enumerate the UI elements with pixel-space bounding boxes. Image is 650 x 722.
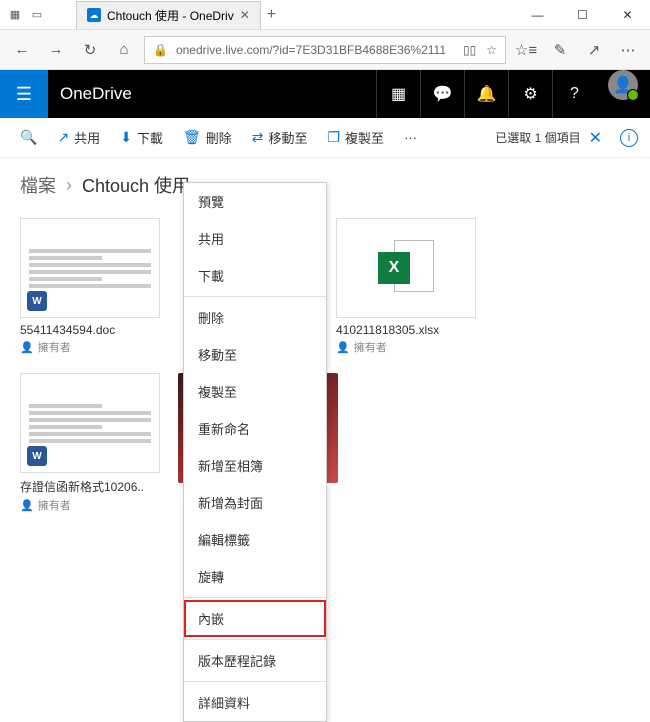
- more-icon[interactable]: ⋯: [614, 36, 642, 64]
- tab-title: Chtouch 使用 - OneDriv: [107, 7, 234, 24]
- taskbar-icon-2: ▭: [28, 6, 46, 24]
- file-owner: 擁有者: [38, 497, 71, 513]
- menu-preview[interactable]: 預覽: [184, 183, 326, 220]
- breadcrumb-root[interactable]: 檔案: [20, 172, 56, 198]
- trash-icon: 🗑: [183, 129, 201, 146]
- menu-separator: [184, 597, 326, 598]
- window-titlebar: ▦ ▭ ☁ Chtouch 使用 - OneDriv ✕ + — ☐ ✕: [0, 0, 650, 30]
- menu-add-album[interactable]: 新增至相簿: [184, 447, 326, 484]
- reader-icon[interactable]: ▯▯: [463, 43, 476, 57]
- bell-icon[interactable]: 🔔: [464, 70, 508, 118]
- menu-embed[interactable]: 內嵌: [184, 600, 326, 637]
- menu-share[interactable]: 共用: [184, 220, 326, 257]
- notes-icon[interactable]: ✎: [546, 36, 574, 64]
- onedrive-header: ☰ OneDrive ▦ 💬 🔔 ⚙ ? 👤: [0, 70, 650, 118]
- favorites-hub-icon[interactable]: ☆≡: [512, 36, 540, 64]
- home-button[interactable]: ⌂: [110, 36, 138, 64]
- copy-button[interactable]: ❐複製至: [319, 124, 392, 151]
- apps-icon[interactable]: ▦: [376, 70, 420, 118]
- file-name: 410211818305.xlsx: [336, 323, 476, 337]
- new-tab-button[interactable]: +: [267, 6, 276, 24]
- delete-button[interactable]: 🗑刪除: [175, 124, 240, 151]
- person-icon: 👤: [20, 341, 34, 354]
- person-icon: 👤: [336, 341, 350, 354]
- tab-close-icon[interactable]: ✕: [240, 8, 250, 22]
- url-text: onedrive.live.com/?id=7E3D31BFB4688E36%2…: [176, 43, 455, 57]
- gear-icon[interactable]: ⚙: [508, 70, 552, 118]
- menu-move[interactable]: 移動至: [184, 336, 326, 373]
- brand-title: OneDrive: [48, 84, 132, 104]
- help-icon[interactable]: ?: [552, 70, 596, 118]
- forward-button[interactable]: →: [42, 36, 70, 64]
- file-name: 55411434594.doc: [20, 323, 160, 337]
- file-name: 存證信函新格式10206..: [20, 478, 160, 495]
- minimize-button[interactable]: —: [515, 0, 560, 30]
- menu-separator: [184, 681, 326, 682]
- share-icon[interactable]: ↗: [580, 36, 608, 64]
- menu-rotate[interactable]: 旋轉: [184, 558, 326, 595]
- info-icon[interactable]: i: [620, 129, 638, 147]
- breadcrumb-folder: Chtouch 使用: [82, 172, 190, 198]
- context-menu: 預覽 共用 下載 刪除 移動至 複製至 重新命名 新增至相簿 新增為封面 編輯標…: [183, 182, 327, 722]
- menu-separator: [184, 296, 326, 297]
- share-button[interactable]: ↗共用: [49, 124, 108, 151]
- address-bar[interactable]: 🔒 onedrive.live.com/?id=7E3D31BFB4688E36…: [144, 36, 506, 64]
- file-thumbnail: W: [20, 218, 160, 318]
- favorite-icon[interactable]: ☆: [486, 43, 497, 57]
- word-badge-icon: W: [27, 446, 47, 466]
- menu-download[interactable]: 下載: [184, 257, 326, 294]
- menu-button[interactable]: ☰: [0, 70, 48, 118]
- lock-icon: 🔒: [153, 43, 168, 57]
- file-thumbnail: X: [336, 218, 476, 318]
- onedrive-favicon: ☁: [87, 8, 101, 22]
- close-button[interactable]: ✕: [605, 0, 650, 30]
- browser-nav: ← → ↻ ⌂ 🔒 onedrive.live.com/?id=7E3D31BF…: [0, 30, 650, 70]
- person-icon: 👤: [20, 499, 34, 512]
- move-button[interactable]: ⇄移動至: [244, 124, 316, 151]
- menu-set-cover[interactable]: 新增為封面: [184, 484, 326, 521]
- copy-icon: ❐: [327, 129, 340, 146]
- file-owner: 擁有者: [38, 339, 71, 355]
- maximize-button[interactable]: ☐: [560, 0, 605, 30]
- avatar[interactable]: 👤: [608, 70, 638, 100]
- file-tile[interactable]: X 410211818305.xlsx 👤 擁有者: [336, 218, 476, 355]
- menu-separator: [184, 639, 326, 640]
- share-icon: ↗: [57, 129, 69, 146]
- back-button[interactable]: ←: [8, 36, 36, 64]
- selection-text: 已選取 1 個項目: [495, 129, 580, 146]
- move-icon: ⇄: [252, 129, 264, 146]
- download-icon: ⬇: [120, 129, 132, 146]
- refresh-button[interactable]: ↻: [76, 36, 104, 64]
- menu-details[interactable]: 詳細資料: [184, 684, 326, 721]
- file-owner: 擁有者: [354, 339, 387, 355]
- browser-tab[interactable]: ☁ Chtouch 使用 - OneDriv ✕: [76, 1, 261, 29]
- chat-icon[interactable]: 💬: [420, 70, 464, 118]
- excel-icon: X: [378, 240, 434, 296]
- word-badge-icon: W: [27, 291, 47, 311]
- download-button[interactable]: ⬇下載: [112, 124, 171, 151]
- file-tile[interactable]: W 55411434594.doc 👤 擁有者: [20, 218, 160, 355]
- file-tile[interactable]: W 存證信函新格式10206.. 👤 擁有者: [20, 373, 160, 513]
- menu-delete[interactable]: 刪除: [184, 299, 326, 336]
- file-thumbnail: W: [20, 373, 160, 473]
- menu-copy[interactable]: 複製至: [184, 373, 326, 410]
- menu-rename[interactable]: 重新命名: [184, 410, 326, 447]
- chevron-right-icon: ›: [66, 175, 72, 196]
- search-button[interactable]: 🔍: [12, 125, 45, 150]
- search-icon: 🔍: [20, 129, 37, 146]
- action-toolbar: 🔍 ↗共用 ⬇下載 🗑刪除 ⇄移動至 ❐複製至 ··· 已選取 1 個項目 ✕ …: [0, 118, 650, 158]
- taskbar-icon-1: ▦: [6, 6, 24, 24]
- selection-close-icon[interactable]: ✕: [589, 128, 602, 148]
- menu-edit-tags[interactable]: 編輯標籤: [184, 521, 326, 558]
- more-button[interactable]: ···: [396, 126, 425, 149]
- menu-version[interactable]: 版本歷程記錄: [184, 642, 326, 679]
